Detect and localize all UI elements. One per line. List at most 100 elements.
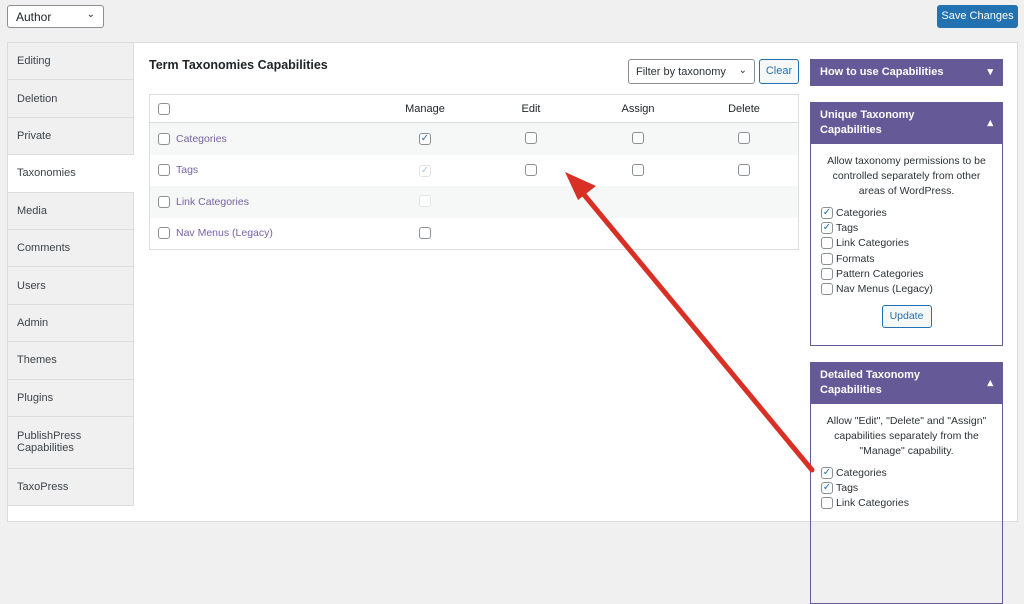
section-title: Term Taxonomies Capabilities <box>149 58 328 72</box>
column-header: Manage <box>405 102 445 115</box>
panel-header[interactable]: Detailed Taxonomy Capabilities ▴ <box>810 362 1003 404</box>
option-label: Formats <box>836 252 875 265</box>
panel-description: Allow "Edit", "Delete" and "Assign" capa… <box>826 415 987 457</box>
tab-plugins[interactable]: Plugins <box>8 379 134 417</box>
tab-label: TaxoPress <box>17 481 69 494</box>
manage-checkbox[interactable]: ✓ <box>419 133 431 145</box>
taxonomy-option[interactable]: Nav Menus (Legacy) <box>821 281 992 296</box>
chevron-down-icon: ⌄ <box>86 9 95 20</box>
column-header: Delete <box>728 102 760 115</box>
caret-up-icon: ▴ <box>987 376 993 389</box>
taxonomy-option[interactable]: Formats <box>821 251 992 266</box>
tab-comments[interactable]: Comments <box>8 229 134 268</box>
taxonomy-link[interactable]: Link Categories <box>176 196 249 208</box>
panel-title: How to use Capabilities <box>820 66 944 78</box>
panel-title: Detailed Taxonomy Capabilities <box>820 369 921 396</box>
assign-checkbox[interactable] <box>632 163 644 176</box>
option-label: Tags <box>836 221 859 234</box>
filter-taxonomy-select[interactable]: Filter by taxonomy ⌄ <box>628 59 755 84</box>
tab-label: Plugins <box>17 391 54 404</box>
checkbox[interactable]: ✓ <box>821 206 833 219</box>
checkbox[interactable] <box>158 227 170 240</box>
panel-description: Allow taxonomy permissions to be control… <box>827 155 986 197</box>
tab-publishpress-capabilities[interactable]: PublishPress Capabilities <box>8 416 134 469</box>
panel-title: Unique Taxonomy Capabilities <box>820 109 915 136</box>
option-label: Categories <box>836 466 887 479</box>
tab-admin[interactable]: Admin <box>8 304 134 343</box>
taxonomy-option[interactable]: ✓ Tags <box>821 220 992 235</box>
taxonomy-option[interactable]: ✓ Categories <box>821 205 992 220</box>
caret-down-icon: ▾ <box>987 66 993 78</box>
tab-label: Editing <box>17 55 51 68</box>
clear-button[interactable]: Clear <box>759 59 799 84</box>
checkbox[interactable]: ✓ <box>821 481 833 494</box>
tab-taxonomies[interactable]: Taxonomies <box>8 155 134 193</box>
checkbox[interactable] <box>821 267 833 280</box>
manage-checkbox[interactable] <box>419 226 431 239</box>
tab-taxopress[interactable]: TaxoPress <box>8 468 134 507</box>
chevron-down-icon: ⌄ <box>738 65 747 76</box>
tab-label: PublishPress Capabilities <box>17 430 82 455</box>
role-select[interactable]: Author ⌄ <box>7 5 104 28</box>
manage-checkbox <box>419 195 431 207</box>
checkbox[interactable] <box>821 497 833 510</box>
tab-media[interactable]: Media <box>8 192 134 230</box>
checkbox[interactable] <box>158 195 170 208</box>
checkbox[interactable]: ✓ <box>821 466 833 479</box>
option-label: Link Categories <box>836 237 909 250</box>
checkbox[interactable]: ✓ <box>821 221 833 234</box>
table-row: Tags ✓ <box>150 155 798 187</box>
tab-label: Themes <box>17 354 57 367</box>
tab-themes[interactable]: Themes <box>8 342 134 380</box>
tab-label: Private <box>17 129 52 142</box>
tab-label: Media <box>17 204 47 217</box>
taxonomy-link[interactable]: Nav Menus (Legacy) <box>176 227 273 239</box>
taxonomy-link[interactable]: Tags <box>176 164 198 176</box>
tab-label: Comments <box>17 242 71 255</box>
edit-checkbox[interactable] <box>525 163 537 176</box>
filter-value: Filter by taxonomy <box>636 66 726 78</box>
tab-label: Deletion <box>17 92 58 105</box>
delete-checkbox[interactable] <box>738 163 750 176</box>
column-header: Edit <box>521 102 541 115</box>
checkbox[interactable] <box>158 164 170 177</box>
tab-label: Taxonomies <box>17 167 76 180</box>
edit-checkbox[interactable] <box>525 132 537 144</box>
option-label: Categories <box>836 206 887 219</box>
role-select-value: Author <box>16 10 52 24</box>
table-row: Link Categories <box>150 186 798 218</box>
tab-list: Editing Deletion Private Taxonomies Media Com… <box>8 43 134 507</box>
checkbox[interactable] <box>821 252 833 265</box>
checkbox[interactable] <box>821 283 833 296</box>
option-label: Link Categories <box>836 497 909 510</box>
tab-editing[interactable]: Editing <box>8 43 134 81</box>
column-header: Assign <box>621 102 655 115</box>
capabilities-table: Manage Edit Assign Delete Categories ✓ Tags ✓ Li… <box>149 94 799 250</box>
tab-deletion[interactable]: Deletion <box>8 80 134 118</box>
tab-label: Admin <box>17 316 49 329</box>
delete-checkbox[interactable] <box>738 132 750 144</box>
table-row: Nav Menus (Legacy) <box>150 218 798 250</box>
tab-label: Users <box>17 279 46 292</box>
taxonomy-option[interactable]: ✓ Categories <box>821 465 992 480</box>
assign-checkbox[interactable] <box>632 132 644 144</box>
table-row: Categories ✓ <box>150 123 798 155</box>
taxonomy-link[interactable]: Categories <box>176 133 227 145</box>
option-label: Nav Menus (Legacy) <box>836 283 933 296</box>
panel-how-to-use[interactable]: How to use Capabilities ▾ <box>810 59 1003 86</box>
panel-header[interactable]: Unique Taxonomy Capabilities ▴ <box>810 102 1003 144</box>
select-all-checkbox[interactable] <box>158 102 170 115</box>
save-changes-button[interactable]: Save Changes <box>937 5 1018 28</box>
option-label: Tags <box>836 481 859 494</box>
taxonomy-option[interactable]: Pattern Categories <box>821 266 992 281</box>
taxonomy-option[interactable]: ✓ Tags <box>821 480 992 495</box>
panel-detailed-taxonomy: Detailed Taxonomy Capabilities ▴ Allow "E… <box>810 362 1003 604</box>
update-button[interactable]: Update <box>881 304 932 328</box>
checkbox[interactable] <box>821 237 833 250</box>
tab-users[interactable]: Users <box>8 267 134 305</box>
option-label: Pattern Categories <box>836 267 924 280</box>
checkbox[interactable] <box>158 132 170 145</box>
taxonomy-option[interactable]: Link Categories <box>821 236 992 251</box>
taxonomy-option[interactable]: Link Categories <box>821 496 992 511</box>
tab-private[interactable]: Private <box>8 117 134 156</box>
